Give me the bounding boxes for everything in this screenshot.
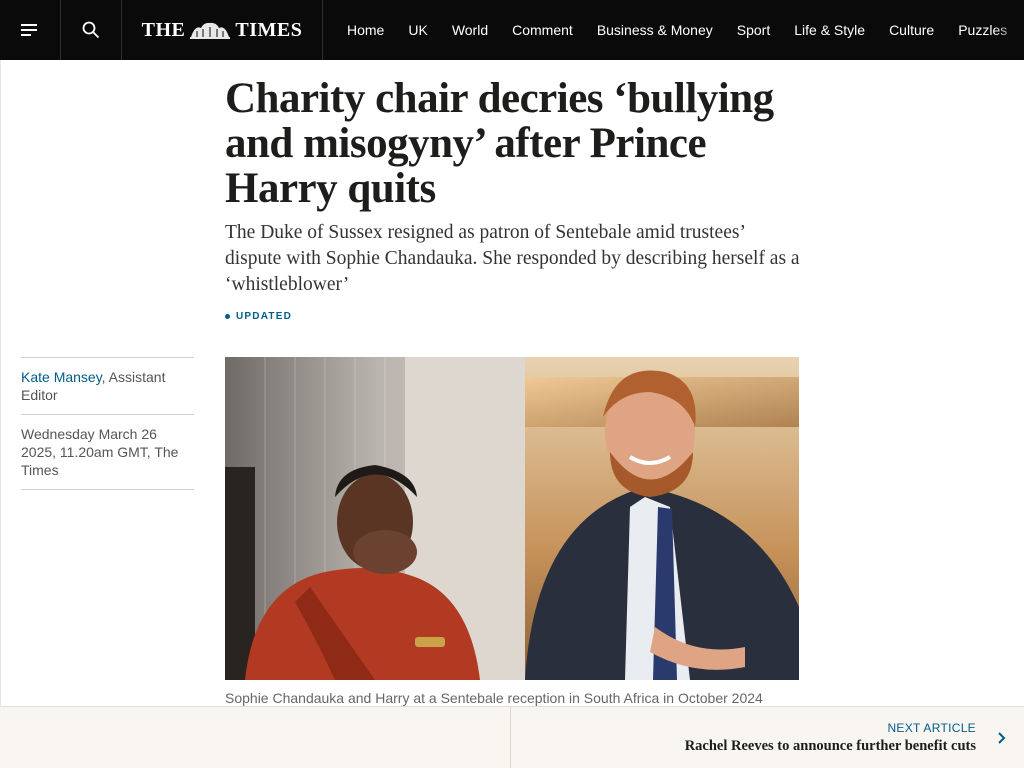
next-article-link[interactable]: NEXT ARTICLE Rachel Reeves to announce f…	[511, 707, 1024, 768]
page-border	[0, 60, 1, 768]
nav-link-home[interactable]: Home	[347, 22, 396, 38]
status-dot-icon	[225, 314, 230, 319]
updated-badge: UPDATED	[225, 311, 292, 322]
byline-date-row: Wednesday March 26 2025, 11.20am GMT, Th…	[21, 414, 194, 490]
menu-button[interactable]	[0, 0, 61, 60]
nav-link-life-style[interactable]: Life & Style	[782, 22, 877, 38]
nav-link-comment[interactable]: Comment	[500, 22, 585, 38]
article-headline: Charity chair decries ‘bullying and miso…	[225, 75, 774, 212]
updated-label: UPDATED	[236, 311, 292, 322]
section-nav: Home UK World Comment Business & Money S…	[323, 0, 1024, 60]
article-standfirst: The Duke of Sussex resigned as patron of…	[225, 222, 800, 295]
nav-link-sport[interactable]: Sport	[725, 22, 782, 38]
next-article-bar: NEXT ARTICLE Rachel Reeves to announce f…	[0, 706, 1024, 768]
chevron-right-icon	[998, 731, 1006, 744]
search-button[interactable]	[61, 0, 122, 60]
byline: Kate Mansey, Assistant Editor Wednesday …	[21, 357, 194, 490]
logo-text-the: THE	[141, 18, 186, 41]
nav-link-uk[interactable]: UK	[396, 22, 439, 38]
search-icon	[82, 21, 100, 39]
hamburger-menu-icon	[21, 24, 37, 36]
logo-text-times: TIMES	[235, 18, 303, 41]
author-link[interactable]: Kate Mansey	[21, 369, 102, 385]
nav-link-world[interactable]: World	[440, 22, 500, 38]
publish-date: Wednesday March 26 2025, 11.20am GMT, Th…	[21, 426, 179, 478]
nav-link-business-money[interactable]: Business & Money	[585, 22, 725, 38]
image-caption: Sophie Chandauka and Harry at a Sentebal…	[225, 690, 763, 706]
next-bar-left-panel	[0, 707, 511, 768]
article-image[interactable]	[225, 357, 799, 680]
logo-link[interactable]: THE TIMES	[122, 0, 323, 60]
article-photo	[225, 357, 799, 680]
byline-author-row: Kate Mansey, Assistant Editor	[21, 357, 194, 414]
the-times-logo: THE TIMES	[142, 19, 303, 42]
next-article-title: Rachel Reeves to announce further benefi…	[684, 737, 976, 754]
nav-link-culture[interactable]: Culture	[877, 22, 946, 38]
top-navigation: THE TIMES Home UK World Comment Business…	[0, 0, 1024, 60]
royal-crest-icon	[190, 22, 231, 39]
nav-fade-overlay	[994, 0, 1024, 60]
next-article-label: NEXT ARTICLE	[887, 720, 976, 735]
next-article-text: NEXT ARTICLE Rachel Reeves to announce f…	[685, 721, 976, 755]
